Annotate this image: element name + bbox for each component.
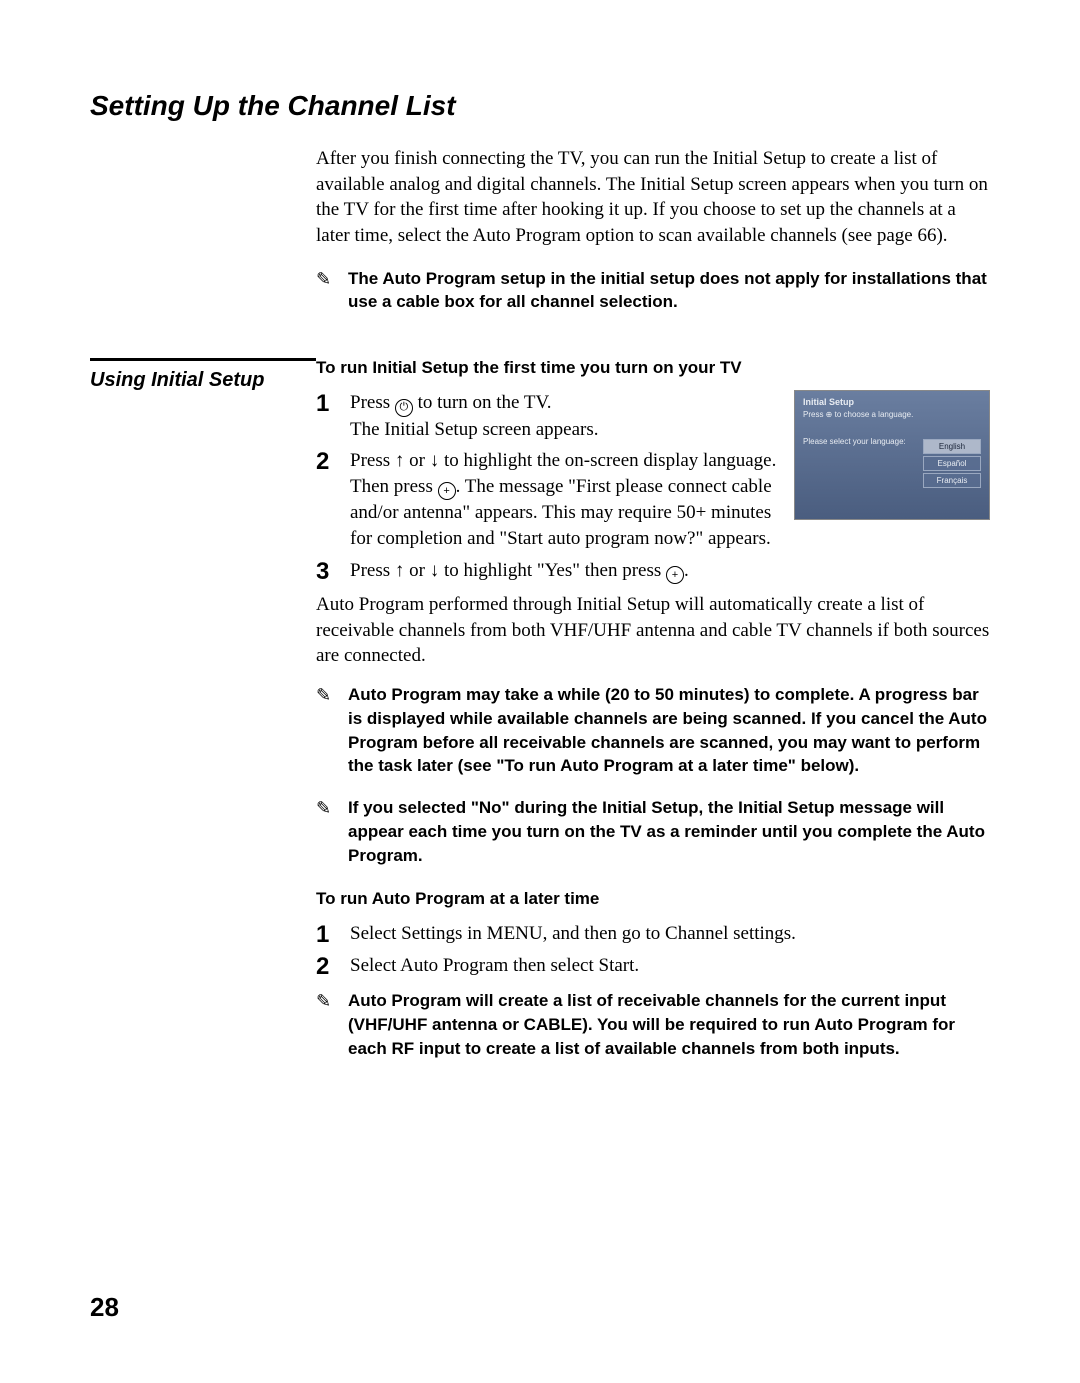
down-arrow-icon bbox=[430, 560, 440, 581]
note-auto-program-duration: Auto Program may take a while (20 to 50 … bbox=[316, 683, 990, 778]
side-heading: Using Initial Setup bbox=[90, 369, 316, 392]
screen-prompt: Please select your language: bbox=[803, 437, 911, 446]
page-title: Setting Up the Channel List bbox=[90, 90, 990, 122]
section-using-initial-setup: Using Initial Setup To run Initial Setup… bbox=[90, 358, 990, 1079]
up-arrow-icon bbox=[395, 450, 405, 471]
screen-title: Initial Setup bbox=[803, 397, 981, 407]
auto-program-description: Auto Program performed through Initial S… bbox=[316, 592, 990, 669]
step-text: to turn on the TV. bbox=[418, 392, 552, 413]
up-arrow-icon bbox=[395, 560, 405, 581]
step-text: Select Settings in MENU, and then go to … bbox=[350, 921, 990, 947]
later-step-2: 2 Select Auto Program then select Start. bbox=[316, 953, 990, 979]
enter-icon: + bbox=[666, 566, 684, 584]
step-number: 1 bbox=[316, 921, 350, 947]
step-number: 2 bbox=[316, 448, 350, 474]
power-icon: ⏻ bbox=[395, 399, 413, 417]
intro-paragraph: After you finish connecting the TV, you … bbox=[316, 146, 990, 249]
language-option-francais: Français bbox=[923, 473, 981, 488]
note-auto-program-per-input: Auto Program will create a list of recei… bbox=[316, 989, 990, 1060]
enter-icon: + bbox=[438, 482, 456, 500]
language-option-english: English bbox=[923, 439, 981, 454]
step-2: 2 Press or to highlight the on-screen di… bbox=[316, 448, 778, 551]
note-selected-no: If you selected "No" during the Initial … bbox=[316, 796, 990, 867]
language-option-espanol: Español bbox=[923, 456, 981, 471]
step-1: 1 Press ⏻ to turn on the TV. The Initial… bbox=[316, 390, 778, 442]
step-text: or bbox=[404, 450, 429, 471]
step-number: 1 bbox=[316, 390, 350, 416]
page-number: 28 bbox=[90, 1292, 119, 1323]
step-number: 3 bbox=[316, 558, 350, 584]
subheading-run-initial-setup: To run Initial Setup the first time you … bbox=[316, 358, 990, 378]
step-text: Select Auto Program then select Start. bbox=[350, 953, 990, 979]
screen-instruction: Press ⊕ to choose a language. bbox=[803, 410, 981, 419]
step-text: to highlight "Yes" then press bbox=[439, 560, 666, 581]
initial-setup-screenshot: Initial Setup Press ⊕ to choose a langua… bbox=[794, 390, 990, 520]
subheading-run-later: To run Auto Program at a later time bbox=[316, 889, 990, 909]
step-3: 3 Press or to highlight "Yes" then press… bbox=[316, 558, 990, 584]
step-text: Press bbox=[350, 560, 395, 581]
step-text: The Initial Setup screen appears. bbox=[350, 419, 598, 440]
step-text: . bbox=[684, 560, 689, 581]
step-text: Press bbox=[350, 392, 395, 413]
down-arrow-icon bbox=[430, 450, 440, 471]
step-text: Press bbox=[350, 450, 395, 471]
later-step-1: 1 Select Settings in MENU, and then go t… bbox=[316, 921, 990, 947]
step-number: 2 bbox=[316, 953, 350, 979]
note-auto-program-cablebox: The Auto Program setup in the initial se… bbox=[316, 267, 990, 315]
step-text: or bbox=[404, 560, 429, 581]
